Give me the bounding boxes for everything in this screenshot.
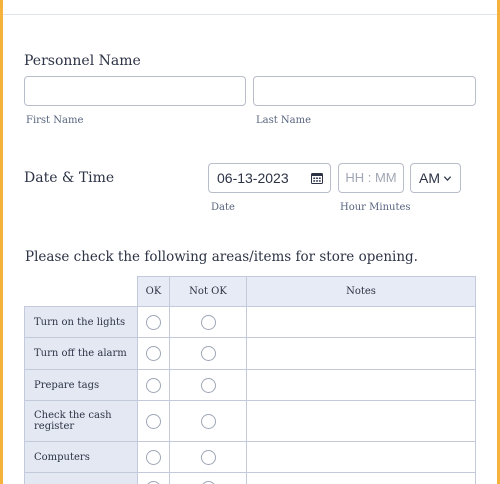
not-ok-cell: [169, 306, 246, 337]
time-sublabel: Hour Minutes: [340, 202, 411, 213]
not-ok-radio[interactable]: [200, 346, 216, 361]
row-label: [24, 472, 137, 484]
table-row: Check the cash register: [24, 400, 476, 441]
not-ok-cell: [169, 369, 246, 400]
first-name-sublabel: First Name: [26, 115, 84, 126]
notes-cell[interactable]: [246, 337, 476, 369]
date-input[interactable]: 06-13-2023: [208, 163, 331, 193]
ampm-value: AM: [419, 170, 440, 186]
ok-cell: [137, 337, 169, 369]
table-row: Turn on the lights: [24, 306, 476, 337]
chevron-down-icon: [443, 176, 452, 182]
not-ok-cell: [169, 472, 246, 484]
column-header-not-ok: Not OK: [169, 276, 246, 306]
notes-cell[interactable]: [246, 369, 476, 400]
section-divider: [3, 14, 497, 15]
notes-cell[interactable]: [246, 400, 476, 441]
ampm-select[interactable]: AM: [410, 163, 461, 193]
not-ok-radio[interactable]: [200, 314, 216, 330]
ok-radio[interactable]: [146, 314, 161, 330]
calendar-icon[interactable]: [311, 172, 323, 184]
last-name-input[interactable]: [253, 76, 476, 106]
ok-radio[interactable]: [146, 377, 161, 393]
personnel-name-label: Personnel Name: [24, 53, 141, 69]
date-time-label: Date & Time: [24, 170, 115, 186]
column-header-notes: Notes: [246, 276, 476, 306]
ok-cell: [137, 306, 169, 337]
matrix-header-row: OK Not OK Notes: [24, 276, 476, 306]
time-input[interactable]: HH : MM: [338, 163, 404, 193]
row-label: Turn off the alarm: [24, 337, 137, 369]
not-ok-radio[interactable]: [200, 377, 216, 393]
table-row: Turn off the alarm: [24, 337, 476, 369]
matrix-corner: [24, 276, 137, 306]
row-label: Check the cash register: [24, 400, 137, 441]
ok-cell: [137, 472, 169, 484]
ok-radio[interactable]: [146, 480, 161, 484]
not-ok-radio[interactable]: [200, 480, 216, 484]
notes-cell[interactable]: [246, 441, 476, 472]
ok-cell: [137, 369, 169, 400]
table-row: Computers: [24, 441, 476, 472]
notes-cell[interactable]: [246, 472, 476, 484]
not-ok-radio[interactable]: [200, 449, 216, 465]
row-label: Prepare tags: [24, 369, 137, 400]
form-card: Personnel Name First Name Last Name Date…: [3, 0, 497, 484]
ok-cell: [137, 400, 169, 441]
column-header-ok: OK: [137, 276, 169, 306]
date-value: 06-13-2023: [217, 170, 289, 186]
not-ok-cell: [169, 400, 246, 441]
ok-radio[interactable]: [146, 413, 161, 429]
ok-cell: [137, 441, 169, 472]
not-ok-radio[interactable]: [200, 413, 216, 429]
ok-radio[interactable]: [146, 449, 161, 465]
not-ok-cell: [169, 441, 246, 472]
ok-radio[interactable]: [146, 346, 161, 361]
table-row: Prepare tags: [24, 369, 476, 400]
row-label: Turn on the lights: [24, 306, 137, 337]
notes-cell[interactable]: [246, 306, 476, 337]
not-ok-cell: [169, 337, 246, 369]
row-label: Computers: [24, 441, 137, 472]
checklist-question: Please check the following areas/items f…: [25, 249, 418, 265]
date-sublabel: Date: [211, 202, 235, 213]
table-row: [24, 472, 476, 484]
first-name-input[interactable]: [24, 76, 246, 106]
last-name-sublabel: Last Name: [256, 115, 312, 126]
